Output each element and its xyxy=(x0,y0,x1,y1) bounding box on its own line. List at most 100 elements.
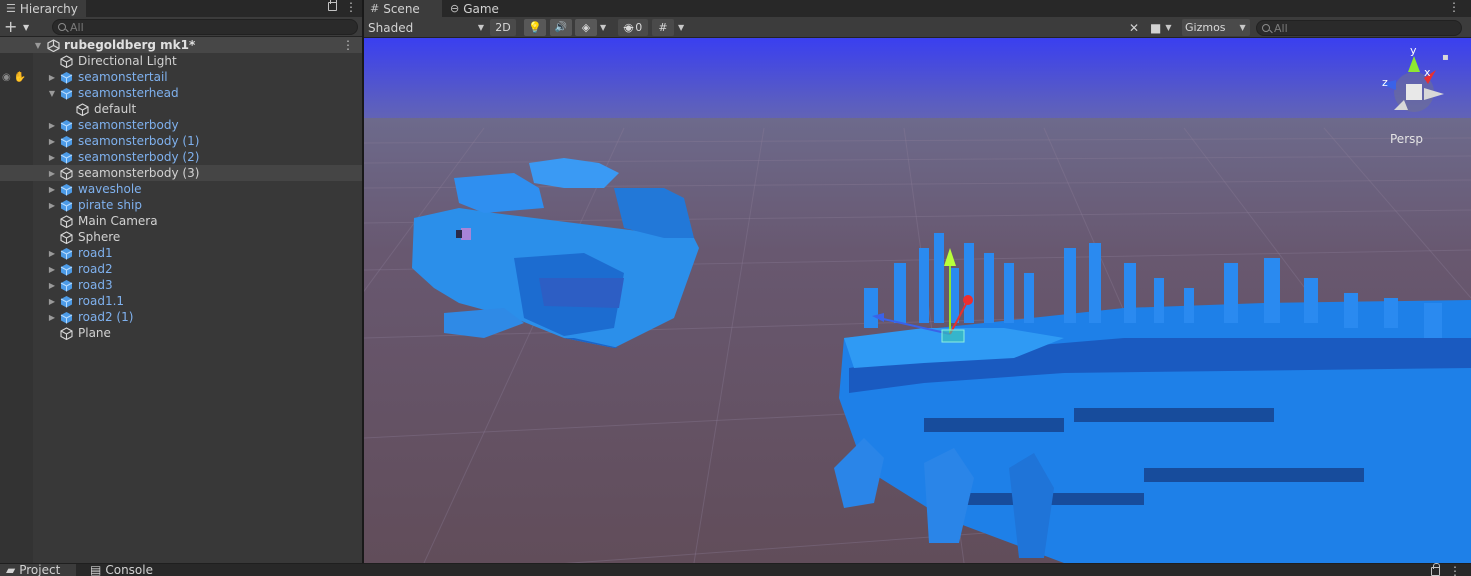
add-object-button[interactable]: + ▼ xyxy=(4,18,34,36)
prefab-cube-icon xyxy=(60,136,73,148)
collapsed-arrow-icon[interactable]: ▶ xyxy=(47,137,57,146)
hierarchy-row[interactable]: Plane xyxy=(0,325,362,341)
prefab-cube-icon xyxy=(60,152,73,164)
eye-hidden-icon: ◉ xyxy=(623,21,634,34)
gizmos-dropdown[interactable]: Gizmos ▼ xyxy=(1182,19,1250,36)
tab-hierarchy[interactable]: ☰ Hierarchy xyxy=(0,0,86,17)
hierarchy-search-input[interactable]: All xyxy=(52,19,358,35)
hierarchy-row[interactable]: ▶ road1.1 xyxy=(0,293,362,309)
collapsed-arrow-icon[interactable]: ▶ xyxy=(47,169,57,178)
scene-more-options-icon[interactable]: ⋮ xyxy=(1448,0,1460,14)
hierarchy-row[interactable]: ▶ seamonsterbody xyxy=(0,117,362,133)
chevron-down-icon: ▼ xyxy=(600,23,607,32)
hierarchy-row[interactable]: ▶ pirate ship xyxy=(0,197,362,213)
tab-game[interactable]: ⊖ Game xyxy=(444,0,510,17)
collapsed-arrow-icon[interactable]: ▶ xyxy=(47,73,57,82)
bottom-tabbar: ▰ Project ▤ Console ⋮ xyxy=(0,563,1471,576)
hierarchy-tabbar: ☰ Hierarchy ⋮ xyxy=(0,0,362,17)
grid-toggle-button[interactable]: # xyxy=(652,19,674,36)
scene-menu-icon[interactable]: ⋮ xyxy=(342,38,354,52)
prefab-cube-icon xyxy=(60,296,73,308)
hierarchy-row-label: seamonsterbody xyxy=(78,118,179,132)
effects-toggle-button[interactable]: ◈ xyxy=(575,19,597,36)
hierarchy-row[interactable]: default xyxy=(0,101,362,117)
collapsed-arrow-icon[interactable]: ▶ xyxy=(47,153,57,162)
bottom-lock-icon[interactable] xyxy=(1431,563,1440,576)
layers-icon: ◈ xyxy=(581,21,591,34)
hierarchy-row[interactable]: Sphere xyxy=(0,229,362,245)
scene-root-row[interactable]: ▼ rubegoldberg mk1* ⋮ xyxy=(0,37,362,53)
hierarchy-row-label: seamonsterhead xyxy=(78,86,179,100)
hierarchy-row-label: seamonstertail xyxy=(78,70,168,84)
prefab-cube-icon xyxy=(60,248,73,260)
hierarchy-row[interactable]: ◉ ✋ ▶ seamonstertail xyxy=(0,69,362,85)
scene-render[interactable]: y x z Persp ▪ xyxy=(364,38,1471,563)
folder-icon: ▰ xyxy=(6,564,16,576)
collapsed-arrow-icon[interactable]: ▶ xyxy=(47,185,57,194)
projection-label[interactable]: Persp xyxy=(1390,132,1423,146)
tab-project[interactable]: ▰ Project xyxy=(0,564,76,576)
hierarchy-panel: ☰ Hierarchy ⋮ + ▼ All ▼ rubegoldberg mk1… xyxy=(0,0,362,563)
lighting-toggle-button[interactable]: 💡 xyxy=(524,19,546,36)
hierarchy-row[interactable]: ▶ seamonsterbody (1) xyxy=(0,133,362,149)
scene-search-placeholder: All xyxy=(1274,21,1288,35)
tab-scene-label: Scene xyxy=(383,1,420,16)
hierarchy-row-label: road1 xyxy=(78,246,113,260)
bottom-more-options-icon[interactable]: ⋮ xyxy=(1449,564,1461,576)
tab-console[interactable]: ▤ Console xyxy=(84,564,164,576)
axis-label-x: x xyxy=(1424,66,1431,79)
grid-dropdown[interactable]: ▼ xyxy=(678,19,690,36)
hidden-objects-toggle[interactable]: ◉ 0 xyxy=(618,19,648,36)
collapsed-arrow-icon[interactable]: ▶ xyxy=(47,249,57,258)
lock-icon[interactable] xyxy=(328,0,337,11)
collapsed-arrow-icon[interactable]: ▶ xyxy=(47,265,57,274)
visibility-icon[interactable]: ◉ ✋ xyxy=(2,72,26,83)
hierarchy-row[interactable]: ▶ waveshole xyxy=(0,181,362,197)
hierarchy-row[interactable]: ▶ seamonsterbody (2) xyxy=(0,149,362,165)
hierarchy-row[interactable]: ▶ road2 (1) xyxy=(0,309,362,325)
tab-scene[interactable]: # Scene xyxy=(364,0,442,17)
gameobject-cube-icon xyxy=(60,327,73,340)
hierarchy-row-label: default xyxy=(94,102,137,116)
hierarchy-row-label: pirate ship xyxy=(78,198,142,212)
search-placeholder: All xyxy=(70,20,84,34)
hierarchy-row-label: road3 xyxy=(78,278,113,292)
collapsed-arrow-icon[interactable]: ▶ xyxy=(47,281,57,290)
collapsed-arrow-icon[interactable]: ▶ xyxy=(47,297,57,306)
camera-settings-button[interactable]: ■ ▼ xyxy=(1150,19,1180,36)
list-icon: ☰ xyxy=(6,2,16,15)
hierarchy-row[interactable]: ▶ road3 xyxy=(0,277,362,293)
hierarchy-row[interactable]: ▼ seamonsterhead xyxy=(0,85,362,101)
tab-console-label: Console xyxy=(105,564,153,576)
toggle-2d-label: 2D xyxy=(495,21,511,34)
hierarchy-row-label: Main Camera xyxy=(78,214,158,228)
audio-toggle-button[interactable]: 🔊 xyxy=(550,19,572,36)
wrench-icon: ✕ xyxy=(1128,20,1140,35)
hierarchy-row[interactable]: ▶ seamonsterbody (3) xyxy=(0,165,362,181)
hierarchy-row-label: road2 (1) xyxy=(78,310,134,324)
hierarchy-toolbar: + ▼ All xyxy=(0,17,362,37)
hierarchy-row[interactable]: Main Camera xyxy=(0,213,362,229)
shading-mode-dropdown[interactable]: Shaded ▼ xyxy=(368,19,484,36)
hierarchy-row[interactable]: ▶ road1 xyxy=(0,245,362,261)
gizmos-label: Gizmos xyxy=(1185,21,1226,34)
scene-viewport[interactable]: y x z Persp ▪ xyxy=(364,38,1471,563)
tab-game-label: Game xyxy=(463,1,499,16)
collapsed-arrow-icon[interactable]: ▶ xyxy=(47,313,57,322)
collapsed-arrow-icon[interactable]: ▶ xyxy=(47,121,57,130)
toggle-2d-button[interactable]: 2D xyxy=(490,19,516,36)
more-options-icon[interactable]: ⋮ xyxy=(345,0,357,14)
tools-button[interactable]: ✕ xyxy=(1124,19,1144,36)
expanded-arrow-icon[interactable]: ▼ xyxy=(33,41,43,50)
scene-search-input[interactable]: All xyxy=(1256,20,1462,36)
expanded-arrow-icon[interactable]: ▼ xyxy=(47,89,57,98)
add-plus-icon: + xyxy=(4,17,18,36)
collapsed-arrow-icon[interactable]: ▶ xyxy=(47,201,57,210)
hierarchy-row[interactable]: Directional Light xyxy=(0,53,362,69)
effects-dropdown[interactable]: ▼ xyxy=(600,19,612,36)
hierarchy-row[interactable]: ▶ road2 xyxy=(0,261,362,277)
scene-tabbar: # Scene ⊖ Game ⋮ xyxy=(364,0,1471,17)
chevron-down-icon: ▼ xyxy=(23,23,30,32)
gameobject-cube-icon xyxy=(60,55,73,68)
hierarchy-row-label: seamonsterbody (2) xyxy=(78,150,200,164)
